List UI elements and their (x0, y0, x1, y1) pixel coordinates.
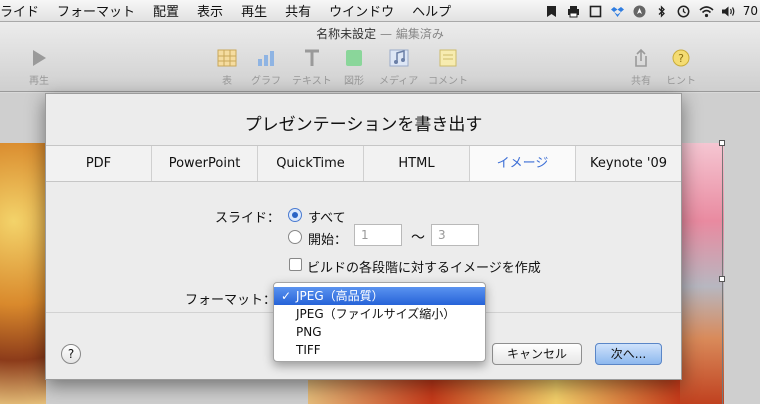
table-icon (217, 49, 237, 67)
resize-handle[interactable] (719, 276, 725, 282)
help-button[interactable]: ? (61, 344, 81, 364)
tab-quicktime[interactable]: QuickTime (258, 146, 364, 181)
cancel-button[interactable]: キャンセル (492, 343, 582, 365)
hint-label: ヒント (666, 76, 696, 87)
share-icon (635, 48, 647, 67)
checkmark-icon: ✓ (281, 289, 292, 303)
hint-icon: ? (672, 49, 690, 67)
table-button[interactable]: 表 (216, 48, 238, 87)
media-button[interactable]: メディア (379, 48, 418, 87)
play-button[interactable]: 再生 (28, 48, 50, 87)
hint-button[interactable]: ? ヒント (666, 48, 696, 87)
format-option-tiff[interactable]: TIFF (274, 341, 485, 359)
radio-all-slides[interactable] (288, 208, 302, 222)
menu-window[interactable]: ウインドウ (320, 1, 403, 20)
format-option-jpeg-high[interactable]: ✓ JPEG（高品質） (274, 287, 485, 305)
window-toolbar: 名称未設定 — 編集済み 再生 表 グラフ テキスト 図形 メディア コメント … (0, 22, 760, 92)
wifi-icon[interactable] (699, 5, 714, 18)
slides-label: スライド： (214, 211, 280, 226)
navigation-icon[interactable] (633, 5, 646, 18)
menu-view[interactable]: 表示 (188, 1, 232, 20)
text-icon (304, 49, 319, 66)
slide-image-left (0, 143, 46, 404)
comment-label: コメント (428, 76, 468, 87)
volume-icon[interactable] (721, 5, 735, 18)
text-label: テキスト (292, 76, 332, 87)
printer-icon[interactable] (567, 5, 580, 18)
tab-image[interactable]: イメージ (470, 146, 576, 181)
export-tabs: PDF PowerPoint QuickTime HTML イメージ Keyno… (46, 145, 681, 182)
svg-text:?: ? (678, 52, 684, 65)
tab-keynote-09[interactable]: Keynote '09 (576, 146, 681, 181)
build-stages-checkbox[interactable] (289, 258, 302, 271)
comment-button[interactable]: コメント (428, 48, 468, 87)
menu-format[interactable]: フォーマット (48, 1, 144, 20)
media-label: メディア (379, 76, 419, 87)
format-option-label: JPEG（高品質） (296, 289, 384, 303)
tab-pdf[interactable]: PDF (46, 146, 152, 181)
format-label: フォーマット： (184, 293, 276, 308)
time-machine-icon[interactable] (677, 5, 690, 18)
menu-help[interactable]: ヘルプ (403, 1, 460, 20)
bluetooth-icon[interactable] (655, 4, 668, 18)
shape-button[interactable]: 図形 (343, 48, 365, 87)
format-option-jpeg-small[interactable]: JPEG（ファイルサイズ縮小） (274, 305, 485, 323)
shape-label: 図形 (344, 76, 364, 87)
bookmark-icon[interactable] (545, 5, 558, 18)
edited-status: — 編集済み (376, 27, 444, 41)
play-icon (33, 50, 46, 66)
shape-icon (346, 50, 362, 66)
format-option-png[interactable]: PNG (274, 323, 485, 341)
format-dropdown[interactable]: ✓ JPEG（高品質） JPEG（ファイルサイズ縮小） PNG TIFF (273, 282, 486, 362)
document-name: 名称未設定 (316, 27, 377, 41)
slide-image-bottom (308, 380, 680, 404)
dropbox-icon[interactable] (610, 5, 624, 18)
battery-percent: 70 (742, 4, 758, 18)
window-icon[interactable] (589, 5, 602, 18)
menu-arrange[interactable]: 配置 (144, 1, 188, 20)
media-icon (389, 49, 409, 67)
tab-html[interactable]: HTML (364, 146, 470, 181)
tab-powerpoint[interactable]: PowerPoint (152, 146, 258, 181)
chart-icon (258, 51, 274, 66)
menu-slide[interactable]: ライド (0, 1, 48, 20)
menu-play[interactable]: 再生 (232, 1, 276, 20)
play-label: 再生 (29, 76, 49, 87)
comment-icon (439, 49, 457, 67)
text-button[interactable]: テキスト (292, 48, 332, 87)
window-title: 名称未設定 — 編集済み (0, 25, 760, 42)
radio-from-slides[interactable] (288, 230, 302, 244)
dialog-title: プレゼンテーションを書き出す (244, 115, 483, 135)
chart-button[interactable]: グラフ (251, 48, 281, 87)
table-label: 表 (222, 76, 232, 87)
radio-from-label: 開始： (308, 233, 348, 248)
to-slide-field[interactable]: 3 (431, 224, 479, 246)
menu-bar: ライド フォーマット 配置 表示 再生 共有 ウインドウ ヘルプ 70 (0, 0, 760, 22)
slide-frame-edge (722, 143, 723, 404)
next-button[interactable]: 次へ... (595, 343, 662, 365)
from-slide-field[interactable]: 1 (354, 224, 402, 246)
resize-handle[interactable] (719, 140, 725, 146)
range-separator: 〜 (411, 230, 425, 246)
slide-image-right (680, 143, 724, 404)
share-label: 共有 (631, 76, 651, 87)
status-area: 70 (545, 0, 760, 22)
chart-label: グラフ (251, 76, 281, 87)
build-stages-label: ビルドの各段階に対するイメージを作成 (307, 261, 541, 276)
radio-all-label: すべて (308, 211, 346, 226)
menu-share[interactable]: 共有 (276, 1, 320, 20)
share-button[interactable]: 共有 (630, 48, 652, 87)
